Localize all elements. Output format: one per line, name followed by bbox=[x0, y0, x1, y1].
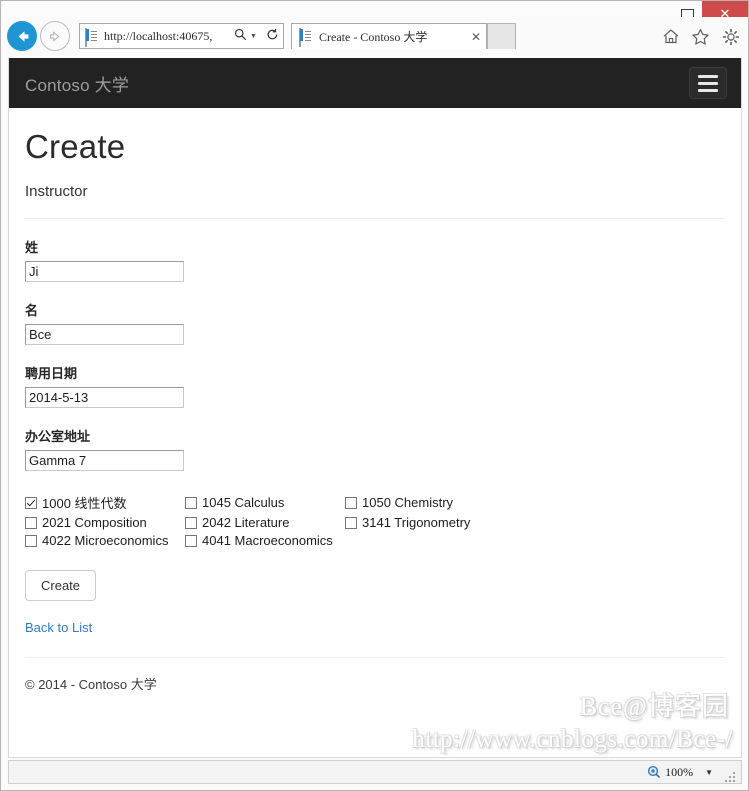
search-icon[interactable] bbox=[230, 28, 250, 44]
field-group-hire-date: 聘用日期 bbox=[25, 363, 725, 408]
resize-grip-icon[interactable] bbox=[725, 772, 735, 782]
input-office-address[interactable] bbox=[25, 450, 184, 471]
back-to-list-link[interactable]: Back to List bbox=[25, 620, 725, 635]
forward-button[interactable] bbox=[40, 21, 70, 51]
tab-create-contoso[interactable]: Create - Contoso 大学 ✕ bbox=[291, 23, 487, 49]
navigation-buttons bbox=[7, 21, 70, 51]
star-glyph-icon bbox=[692, 28, 709, 45]
back-arrow-icon bbox=[18, 30, 28, 42]
checkbox-icon[interactable] bbox=[345, 516, 357, 529]
course-checkbox-2021[interactable]: 2021 Composition bbox=[25, 515, 185, 530]
checkbox-icon[interactable] bbox=[25, 516, 37, 529]
course-label: 1000 线性代数 bbox=[42, 496, 127, 511]
label-first-name: 名 bbox=[25, 303, 39, 318]
tab-close-icon[interactable]: ✕ bbox=[466, 30, 486, 44]
input-last-name[interactable] bbox=[25, 261, 184, 282]
tab-favicon-icon bbox=[299, 28, 313, 47]
zoom-dropdown-caret-icon[interactable]: ▼ bbox=[705, 768, 713, 777]
course-checkbox-3141[interactable]: 3141 Trigonometry bbox=[345, 515, 725, 530]
settings-gear-icon[interactable] bbox=[721, 27, 740, 46]
title-bar bbox=[1, 1, 748, 18]
course-label: 4041 Macroeconomics bbox=[202, 533, 333, 548]
footer-copyright: © 2014 - Contoso 大学 bbox=[25, 677, 157, 692]
course-checkbox-1045[interactable]: 1045 Calculus bbox=[185, 493, 345, 512]
watermark-url: http://www.cnblogs.com/Bce-/ bbox=[412, 726, 733, 753]
checkbox-icon[interactable] bbox=[185, 516, 197, 529]
course-checkbox-4041[interactable]: 4041 Macroeconomics bbox=[185, 533, 345, 548]
zoom-magnifier-icon[interactable] bbox=[647, 765, 661, 779]
course-label: 4022 Microeconomics bbox=[42, 533, 169, 548]
course-label: 1050 Chemistry bbox=[362, 495, 454, 510]
page-viewport: Contoso 大学 Create Instructor 姓 名 聘用日期 bbox=[8, 58, 742, 758]
gear-glyph-icon bbox=[722, 28, 739, 45]
new-tab-button[interactable] bbox=[487, 23, 516, 49]
forward-arrow-icon bbox=[49, 30, 60, 42]
page-subtitle: Instructor bbox=[25, 183, 88, 200]
back-button[interactable] bbox=[7, 21, 37, 51]
site-brand[interactable]: Contoso 大学 bbox=[25, 71, 129, 96]
field-group-office-address: 办公室地址 bbox=[25, 426, 725, 471]
browser-window: ✕ http://localhost:40675, ▼ Create - Con… bbox=[0, 0, 749, 791]
checkbox-icon[interactable] bbox=[25, 496, 37, 509]
zoom-glyph-icon bbox=[648, 765, 661, 779]
course-checkbox-2042[interactable]: 2042 Literature bbox=[185, 515, 345, 530]
refresh-icon bbox=[267, 28, 277, 40]
label-hire-date: 聘用日期 bbox=[25, 366, 78, 381]
course-checkbox-4022[interactable]: 4022 Microeconomics bbox=[25, 533, 185, 548]
course-label: 2042 Literature bbox=[202, 515, 290, 530]
magnifier-icon bbox=[234, 28, 246, 41]
input-first-name[interactable] bbox=[25, 324, 184, 345]
title-divider bbox=[25, 218, 725, 219]
course-checkbox-1050[interactable]: 1050 Chemistry bbox=[345, 493, 725, 512]
site-navbar: Contoso 大学 bbox=[9, 58, 741, 108]
label-last-name: 姓 bbox=[25, 240, 39, 255]
address-dropdown-caret-icon[interactable]: ▼ bbox=[250, 33, 261, 40]
course-label: 1045 Calculus bbox=[202, 495, 285, 510]
course-label: 2021 Composition bbox=[42, 515, 147, 530]
course-checkbox-grid: 1000 线性代数 1045 Calculus 1050 Chemistry 2… bbox=[25, 493, 725, 548]
tab-strip: Create - Contoso 大学 ✕ bbox=[291, 23, 516, 50]
checkbox-icon[interactable] bbox=[185, 496, 197, 509]
field-group-first-name: 名 bbox=[25, 300, 725, 345]
favorites-star-icon[interactable] bbox=[691, 27, 710, 46]
zoom-level-label: 100% bbox=[665, 764, 694, 779]
create-button[interactable]: Create bbox=[25, 570, 97, 601]
hamburger-menu-icon[interactable] bbox=[689, 67, 727, 99]
toolbar-icons bbox=[661, 27, 740, 46]
page-title: Create bbox=[25, 128, 126, 165]
address-bar[interactable]: http://localhost:40675, ▼ bbox=[79, 23, 284, 49]
home-icon[interactable] bbox=[661, 27, 680, 46]
field-group-last-name: 姓 bbox=[25, 237, 725, 282]
page-favicon-icon bbox=[85, 27, 99, 47]
address-url-text: http://localhost:40675, bbox=[104, 28, 213, 43]
page-container: Create Instructor 姓 名 聘用日期 办公室地址 bbox=[9, 128, 741, 693]
input-hire-date[interactable] bbox=[25, 387, 184, 408]
refresh-button[interactable] bbox=[261, 28, 283, 44]
footer-divider bbox=[25, 657, 725, 658]
checkbox-icon[interactable] bbox=[345, 496, 357, 509]
checkbox-icon[interactable] bbox=[25, 534, 37, 547]
browser-status-bar: 100% ▼ bbox=[8, 760, 742, 784]
tab-title: Create - Contoso 大学 bbox=[319, 30, 428, 44]
home-glyph-icon bbox=[663, 29, 678, 44]
checkbox-icon[interactable] bbox=[185, 534, 197, 547]
label-office-address: 办公室地址 bbox=[25, 429, 91, 444]
course-label: 3141 Trigonometry bbox=[362, 515, 471, 530]
course-checkbox-1000[interactable]: 1000 线性代数 bbox=[25, 493, 185, 512]
